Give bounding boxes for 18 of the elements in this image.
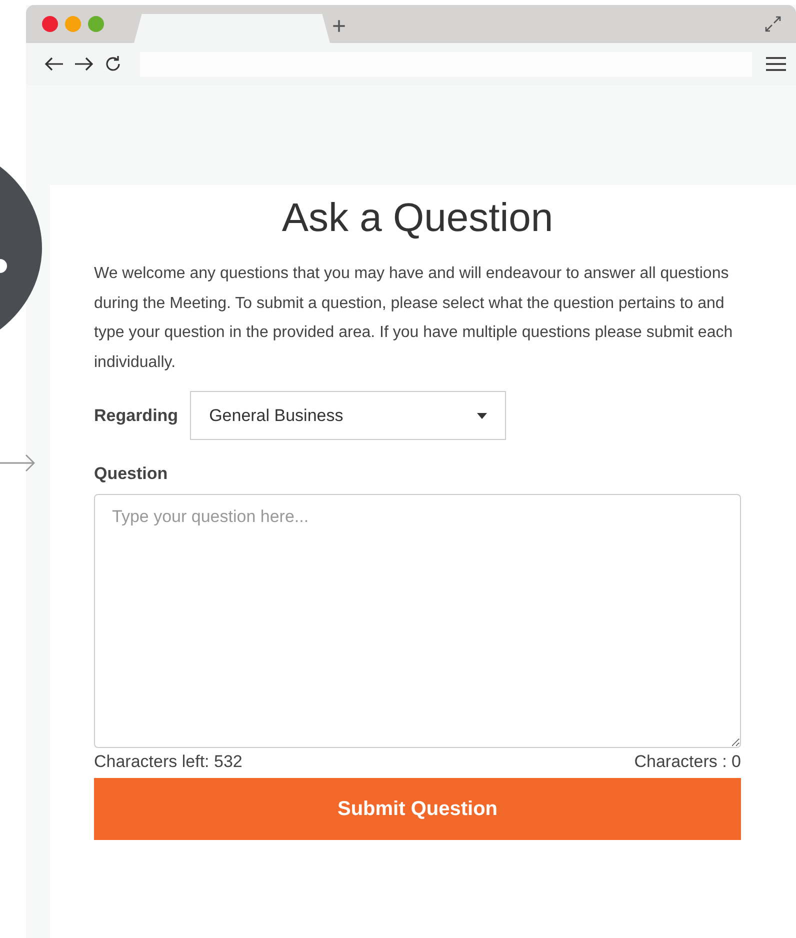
arrow-icon [0, 452, 36, 472]
forward-icon[interactable] [74, 56, 94, 72]
regarding-label: Regarding [94, 406, 178, 426]
back-icon[interactable] [44, 56, 64, 72]
intro-text: We welcome any questions that you may have and will endeavour to answer all questions during the Meeting. To submit a question, please select what the question pertains to and type your question in the provided area. If you have multiple questions please submit each individually. [94, 264, 734, 372]
caret-icon [477, 412, 488, 418]
question-label: Question [94, 464, 169, 484]
form-title: Ask a Question [280, 195, 554, 242]
characters-left: Characters left: 532 [94, 752, 242, 772]
reload-icon[interactable] [104, 55, 122, 73]
question-field[interactable]: Type your question here... [94, 494, 741, 748]
close-window-button[interactable] [42, 16, 58, 32]
submit-button[interactable]: Submit Question [94, 778, 741, 840]
regarding-dropdown[interactable]: General Business [190, 391, 506, 440]
expand-icon[interactable] [764, 15, 782, 33]
menu-icon[interactable] [766, 56, 786, 72]
new-tab-button[interactable]: + [332, 9, 346, 39]
characters-count: Characters : 0 [634, 752, 741, 772]
